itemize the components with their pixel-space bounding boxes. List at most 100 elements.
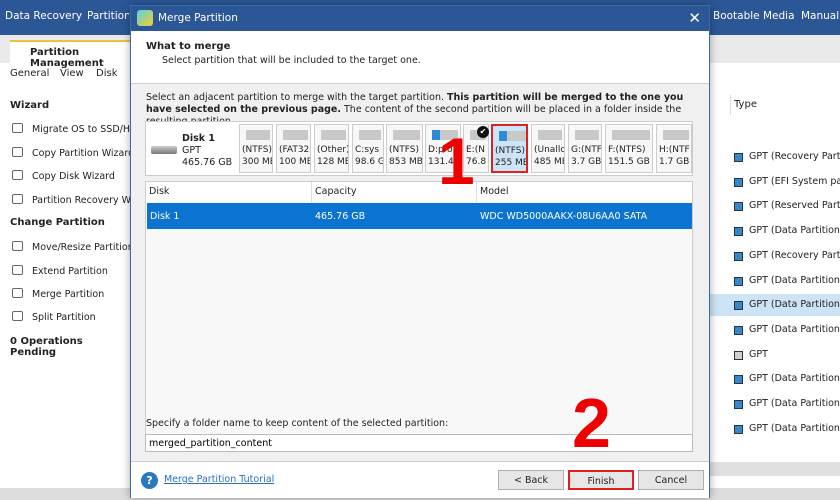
partition-block[interactable]: G:(NTF 3.7 GB [568,124,602,173]
close-icon[interactable]: ✕ [688,9,701,27]
back-button[interactable]: < Back [498,470,564,490]
partition-label: G:(NTF [571,145,602,155]
type-list-row[interactable]: GPT (Recovery Partition) [710,245,840,267]
column-header-model[interactable]: Model [477,182,692,202]
type-list-row[interactable]: GPT (Recovery Partition) [710,146,840,168]
type-list-row[interactable]: GPT (EFI System partition) [710,171,840,193]
partition-block[interactable]: (Other) 128 MB [314,124,349,173]
split-icon [12,311,23,321]
type-label: GPT (Data Partition) [749,422,840,434]
finish-button[interactable]: Finish [568,470,634,490]
partition-block[interactable]: (NTFS) 853 MB [386,124,423,173]
cell-model: WDC WD5000AAKX-08U6AA0 SATA [480,211,648,222]
partition-recovery-button[interactable]: Partition Recovery [87,10,129,22]
partition-block[interactable]: (FAT32) 100 MB [276,124,311,173]
sidebar-section-header: Wizard [10,100,49,111]
type-list-row[interactable]: GPT [710,344,840,366]
horizontal-scrollbar[interactable] [710,462,840,476]
partition-size: 1.7 GB [659,157,690,167]
sidebar-item[interactable]: Copy Partition Wizard [12,147,134,159]
sidebar-item[interactable]: Copy Disk Wizard [12,170,115,182]
sidebar-item-label: Move/Resize Partition [32,242,134,253]
merge-icon [12,288,23,298]
type-label: GPT (Reserved Partition) [749,200,840,212]
type-list-row[interactable]: GPT (Data Partition) [710,418,840,440]
partition-label: (Unallo [534,145,565,155]
sidebar-item-label: Merge Partition [32,289,105,300]
menu-disk[interactable]: Disk [96,68,117,79]
checkmark-icon: ✔ [477,126,489,138]
partition-block[interactable]: (NTFS) 255 MB [491,124,528,173]
partition-usage-bar [538,130,562,140]
type-label: GPT (Data Partition) [749,323,840,335]
type-label: GPT (Data Partition) [749,225,840,237]
tutorial-link[interactable]: Merge Partition Tutorial [164,474,274,485]
partition-usage-bar [612,130,650,140]
partition-label: C:sys [355,145,380,155]
partition-size: 100 MB [279,157,311,167]
sidebar-item[interactable]: Extend Partition [12,265,108,277]
tab-partition-management[interactable]: Partition Management [10,40,135,69]
sidebar-section-header: 0 Operations Pending [10,336,130,358]
dialog-footer: ? Merge Partition Tutorial < Back Finish… [131,461,709,498]
sidebar-item[interactable]: Migrate OS to SSD/HD [12,123,137,135]
copy-partition-icon [12,147,23,157]
sidebar-item[interactable]: Split Partition [12,311,96,323]
column-header-disk[interactable]: Disk [146,182,312,202]
disk-drive-icon [151,146,177,154]
bootable-media-button[interactable]: Bootable Media [713,10,795,22]
partition-color-icon [734,177,743,187]
type-list-row[interactable]: GPT (Data Partition) [710,270,840,292]
type-list-row[interactable]: GPT (Data Partition) [710,319,840,341]
partition-color-icon [734,424,743,434]
sidebar-item[interactable]: Merge Partition [12,288,104,300]
disk-size: 465.76 GB [182,157,233,168]
partition-label: (NTFS) [389,145,419,155]
manual-button[interactable]: Manual [801,10,839,22]
partition-usage-bar [283,130,308,140]
partition-size: 300 MB [242,157,273,167]
partition-block[interactable]: F:(NTFS) 151.5 GB [605,124,653,173]
type-list-row[interactable]: GPT (Reserved Partition) [710,195,840,217]
type-list-row[interactable]: GPT (Data Partition) [710,220,840,242]
partition-color-icon [734,153,743,162]
type-list-row[interactable]: GPT (Data Partition) [710,368,840,390]
help-icon[interactable]: ? [141,472,158,489]
disk-info[interactable]: Disk 1 GPT 465.76 GB [148,125,236,173]
partition-size: 485 MB [534,157,565,167]
partition-usage-fill [499,131,508,141]
table-row[interactable]: Disk 1 465.76 GB WDC WD5000AAKX-08U6AA0 … [147,203,692,229]
annotation-step-2: 2 [572,384,611,462]
dialog-title: Merge Partition [158,12,238,24]
data-recovery-button[interactable]: Data Recovery [5,10,82,22]
menu-general[interactable]: General [10,68,49,79]
type-list-row[interactable]: GPT (Data Partition) [710,393,840,415]
menu-view[interactable]: View [60,68,84,79]
annotation-step-1: 1 [438,124,475,198]
type-column-header[interactable]: Type [730,95,840,115]
partition-color-icon [734,251,743,261]
type-list-row[interactable]: GPT (Data Partition) [710,294,840,317]
partition-size: 128 MB [317,157,349,167]
partition-block[interactable]: (Unallo 485 MB [531,124,565,173]
disk-name: Disk 1 [182,133,216,144]
partition-size: 98.6 GB [355,157,383,167]
sidebar-item[interactable]: Move/Resize Partition [12,241,134,253]
partition-block[interactable]: C:sys 98.6 GB [352,124,384,173]
partition-block[interactable]: H:(NTF 1.7 GB [656,124,692,173]
cancel-button[interactable]: Cancel [638,470,704,490]
partition-block[interactable]: (NTFS) 300 MB [239,124,273,173]
partition-color-icon [734,301,743,311]
instruction-text: Select an adjacent partition to merge wi… [146,92,448,103]
sidebar-item-label: Wizard [10,100,50,111]
partition-label: (NTFS) [242,145,272,155]
partition-color-icon [734,350,743,360]
partition-label: H:(NTF [659,145,690,155]
partition-color-icon [734,400,743,409]
move-resize-icon [12,241,23,251]
partition-size: 151.5 GB [608,157,650,167]
type-label: GPT (Recovery Partition) [749,249,840,261]
partition-color-icon [734,202,743,212]
sidebar-section-header: Change Partition [10,217,105,228]
partition-usage-bar [246,130,270,140]
